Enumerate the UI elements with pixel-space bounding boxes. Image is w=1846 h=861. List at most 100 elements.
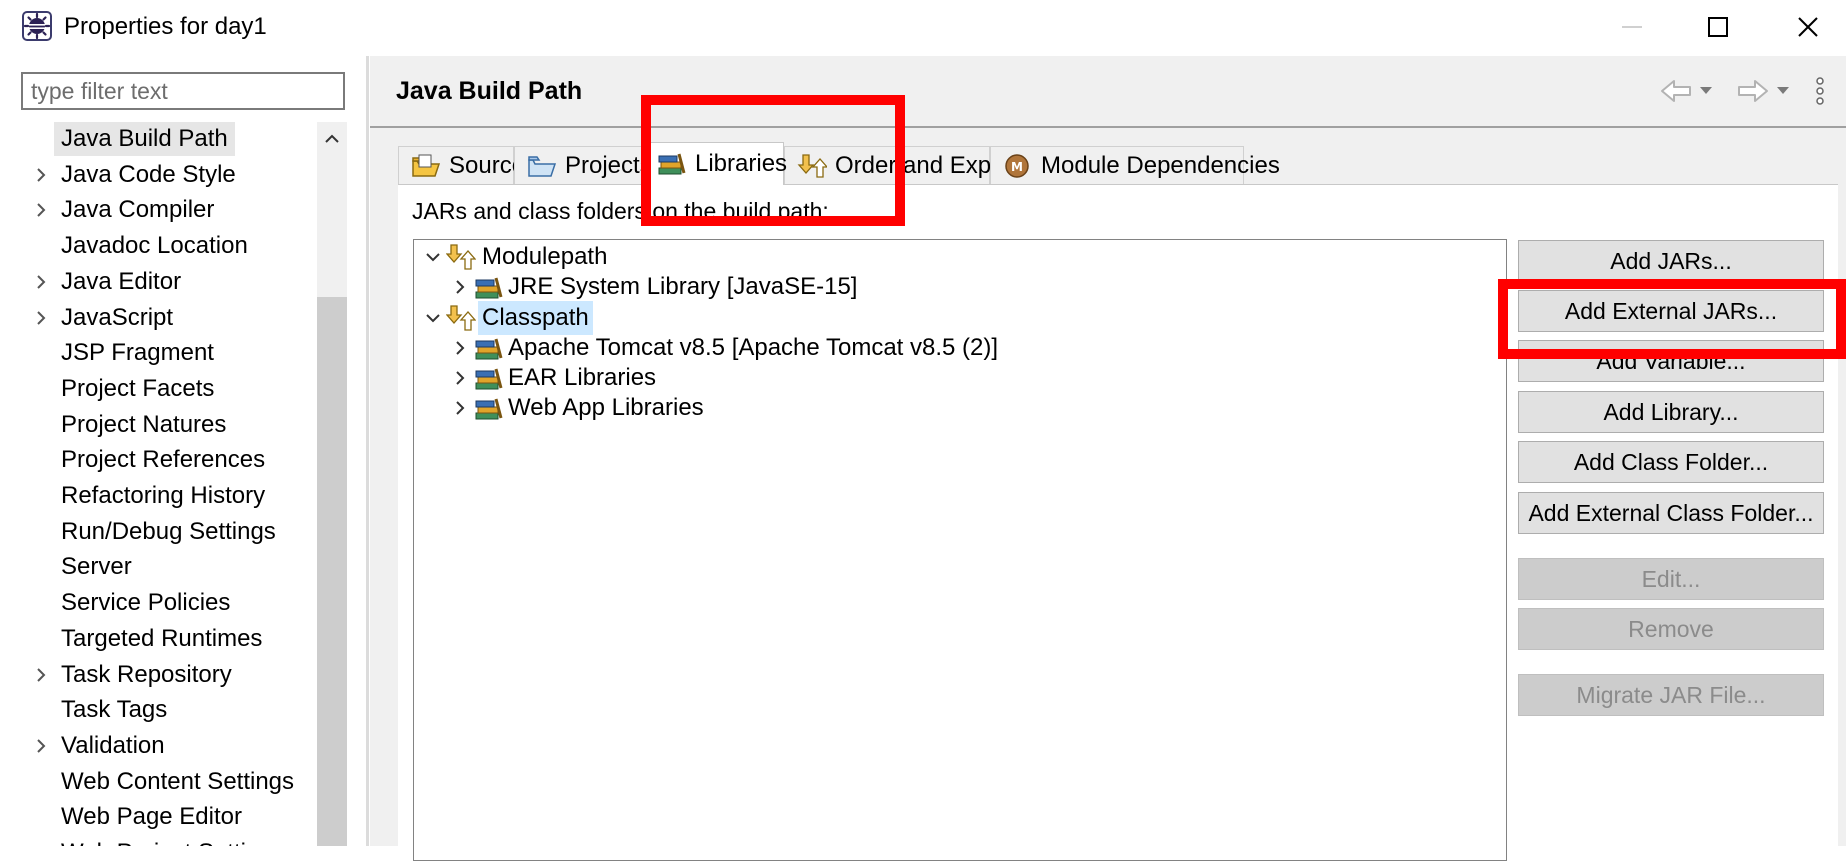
nav-item[interactable]: Project References — [0, 443, 318, 477]
nav-item[interactable]: Server — [0, 550, 318, 584]
tab-libraries[interactable]: Libraries — [644, 142, 787, 185]
nav-item[interactable]: Java Code Style — [0, 158, 318, 192]
nav-item-label: Javadoc Location — [61, 232, 248, 259]
chevron-right-icon[interactable] — [30, 735, 52, 757]
add-variable-button[interactable]: Add Variable... — [1518, 340, 1824, 382]
nav-item-label: Web Project Settings — [61, 836, 285, 846]
nav-item-label: Task Repository — [61, 661, 232, 688]
svg-text:M: M — [1011, 160, 1023, 174]
libraries-icon — [658, 153, 686, 175]
maximize-icon — [1708, 17, 1728, 37]
chevron-right-icon[interactable] — [449, 337, 471, 359]
tab-source[interactable]: Source — [398, 146, 525, 184]
nav-item[interactable]: Validation — [0, 729, 318, 763]
nav-item-label: Server — [61, 553, 132, 580]
nav-item-label: JavaScript — [61, 304, 174, 331]
chevron-right-icon[interactable] — [30, 271, 52, 293]
module-icon: M — [1005, 153, 1029, 178]
chevron-right-icon[interactable] — [449, 367, 471, 389]
pane-divider[interactable] — [366, 56, 369, 846]
tab-order-export[interactable]: Order and Export — [784, 146, 1019, 184]
nav-item[interactable]: Task Tags — [0, 693, 318, 727]
add-external-jars-button[interactable]: Add External JARs... — [1518, 290, 1824, 332]
minimize-button[interactable] — [1602, 6, 1662, 48]
library-icon — [475, 368, 503, 390]
nav-scroll-thumb[interactable] — [317, 297, 347, 846]
nav-item[interactable]: Web Content Settings — [0, 765, 318, 799]
nav-item[interactable]: Java Build Path — [0, 122, 318, 156]
add-external-class-folder-button[interactable]: Add External Class Folder... — [1518, 492, 1824, 534]
nav-item-label: Targeted Runtimes — [61, 625, 263, 652]
modulepath-icon — [446, 244, 476, 270]
nav-item[interactable]: Project Natures — [0, 408, 318, 442]
remove-button[interactable]: Remove — [1518, 608, 1824, 650]
maximize-button[interactable] — [1688, 6, 1748, 48]
nav-item[interactable]: JavaScript — [0, 301, 318, 335]
tab-projects[interactable]: Projects — [514, 146, 652, 184]
add-class-folder-button[interactable]: Add Class Folder... — [1518, 441, 1824, 483]
nav-item-label: Project References — [61, 446, 266, 473]
forward-button[interactable] — [1735, 76, 1799, 106]
edit-button[interactable]: Edit... — [1518, 558, 1824, 600]
nav-item-label: Run/Debug Settings — [61, 518, 276, 545]
nav-item-label: Java Compiler — [61, 196, 215, 223]
tree-node-ear-libraries[interactable]: EAR Libraries — [414, 361, 1504, 395]
order-export-icon — [797, 153, 827, 178]
tree-node-jre-system-library[interactable]: JRE System Library [JavaSE-15] — [414, 270, 1504, 304]
nav-item[interactable]: Task Repository — [0, 658, 318, 692]
nav-item[interactable]: Targeted Runtimes — [0, 622, 318, 656]
library-icon — [475, 338, 503, 360]
add-jars-button[interactable]: Add JARs... — [1518, 240, 1824, 282]
more-vertical-icon — [1816, 77, 1824, 105]
chevron-down-icon[interactable] — [422, 246, 444, 268]
close-button[interactable] — [1778, 6, 1838, 48]
build-path-tree[interactable]: Modulepath JRE System Library [JavaSE-15… — [413, 239, 1507, 861]
nav-item-label: Task Tags — [61, 696, 168, 723]
nav-item[interactable]: Java Compiler — [0, 193, 318, 227]
tree-node-label: Classpath — [478, 301, 593, 335]
chevron-right-icon[interactable] — [30, 164, 52, 186]
library-icon — [475, 277, 503, 299]
migrate-jar-file-button[interactable]: Migrate JAR File... — [1518, 674, 1824, 716]
chevron-up-icon[interactable] — [321, 128, 343, 150]
back-arrow-icon — [1661, 80, 1712, 102]
tree-node-label: EAR Libraries — [508, 364, 657, 391]
nav-item-label: JSP Fragment — [61, 339, 214, 366]
chevron-down-icon[interactable] — [422, 307, 444, 329]
chevron-right-icon[interactable] — [449, 276, 471, 298]
nav-item-label: Service Policies — [61, 589, 231, 616]
tree-node-modulepath[interactable]: Modulepath — [414, 240, 1504, 274]
filter-input[interactable] — [21, 72, 345, 110]
nav-item[interactable]: Service Policies — [0, 586, 318, 620]
nav-scrollbar[interactable] — [317, 122, 347, 846]
tree-node-classpath[interactable]: Classpath — [414, 301, 1504, 335]
nav-item[interactable]: Run/Debug Settings — [0, 515, 318, 549]
nav-item[interactable]: Javadoc Location — [0, 229, 318, 263]
page-header: Java Build Path — [370, 56, 1846, 128]
back-button[interactable] — [1658, 76, 1722, 106]
tree-node-label: JRE System Library [JavaSE-15] — [508, 273, 858, 300]
projects-folder-icon — [528, 155, 557, 177]
tree-node-apache-tomcat[interactable]: Apache Tomcat v8.5 [Apache Tomcat v8.5 (… — [414, 331, 1504, 365]
nav-item-label: Java Code Style — [61, 161, 236, 188]
chevron-right-icon[interactable] — [30, 307, 52, 329]
nav-item[interactable]: Web Page Editor — [0, 800, 318, 834]
close-icon — [1798, 17, 1818, 37]
nav-item[interactable]: Web Project Settings — [0, 836, 318, 846]
chevron-right-icon[interactable] — [30, 664, 52, 686]
tree-node-label: Modulepath — [482, 243, 608, 270]
tab-libraries-label: Libraries — [695, 150, 788, 177]
view-menu-button[interactable] — [1813, 76, 1827, 106]
nav-item[interactable]: Java Editor — [0, 265, 318, 299]
nav-item[interactable]: JSP Fragment — [0, 336, 318, 370]
chevron-right-icon[interactable] — [30, 199, 52, 221]
tree-node-web-app-libraries[interactable]: Web App Libraries — [414, 391, 1504, 425]
chevron-right-icon[interactable] — [449, 397, 471, 419]
nav-item[interactable]: Project Facets — [0, 372, 318, 406]
nav-item-label: Project Natures — [61, 411, 227, 438]
tab-module-dependencies[interactable]: M Module Dependencies — [990, 146, 1280, 184]
libraries-tab-body: JARs and class folders on the build path… — [398, 185, 1838, 861]
tree-node-label: Web App Libraries — [508, 394, 704, 421]
add-library-button[interactable]: Add Library... — [1518, 391, 1824, 433]
nav-item[interactable]: Refactoring History — [0, 479, 318, 513]
